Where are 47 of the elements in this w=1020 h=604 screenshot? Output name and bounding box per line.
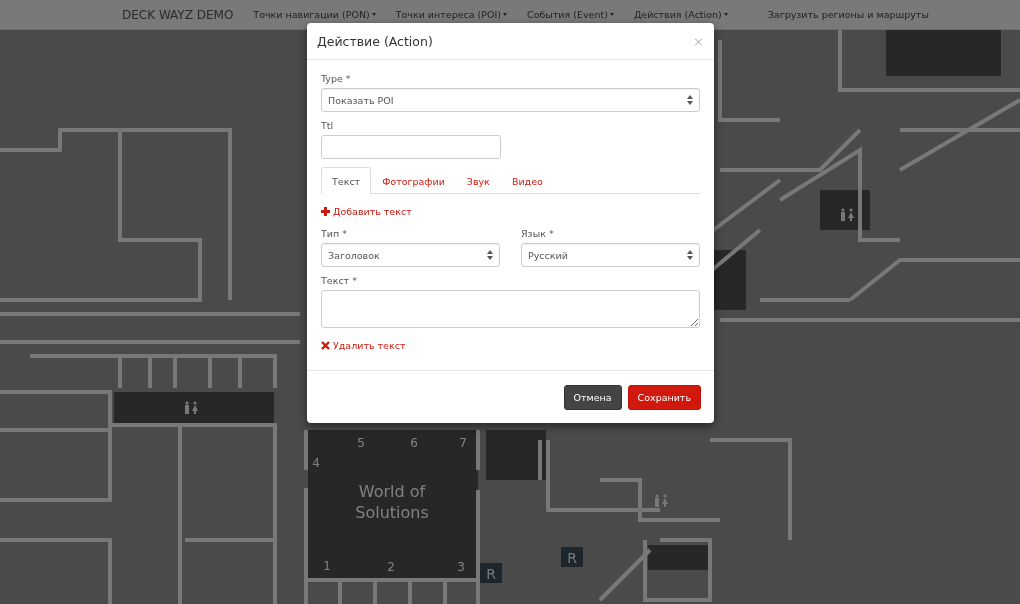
tab[interactable]: Текст — [321, 167, 372, 194]
select-arrows-icon — [487, 250, 493, 260]
save-button[interactable]: Сохранить — [627, 385, 701, 410]
field-label: Type * — [321, 73, 352, 84]
select-arrows-icon — [687, 95, 693, 105]
tab[interactable]: Фотографии — [371, 167, 456, 194]
field-label: Тип * — [321, 228, 348, 239]
area-number: 3 — [457, 560, 465, 574]
select-field[interactable]: Показать POI — [321, 88, 700, 112]
nav-menu[interactable]: Действия (Action) — [633, 9, 728, 20]
area-label: World of Solutions — [355, 482, 429, 522]
map-marker: R — [561, 547, 583, 567]
field-label: Язык * — [521, 228, 555, 239]
area-number: 6 — [410, 436, 418, 450]
tab[interactable]: Видео — [500, 167, 554, 194]
tab[interactable]: Звук — [455, 167, 501, 194]
caret-icon — [609, 13, 614, 16]
cancel-button[interactable]: Отмена — [563, 385, 622, 410]
select-arrows-icon — [687, 250, 693, 260]
map-marker: R — [480, 563, 502, 583]
area-number: 4 — [312, 456, 320, 470]
add-text-link[interactable]: Добавить текст — [321, 206, 412, 217]
caret-icon — [723, 13, 728, 16]
select-field[interactable]: Русский — [521, 243, 700, 267]
area-number: 1 — [323, 559, 331, 573]
ttl-input-field[interactable] — [321, 135, 501, 159]
plus-icon — [321, 207, 330, 216]
restroom-icon — [655, 494, 668, 507]
dialog-title: Действие (Action) — [317, 33, 433, 49]
close-icon — [321, 341, 330, 350]
restroom-icon — [185, 401, 198, 414]
restroom-icon — [841, 208, 854, 221]
caret-icon — [371, 13, 376, 16]
nav-menu[interactable]: Точки интереса (POI) — [395, 9, 507, 20]
remove-text-link[interactable]: Удалить текст — [321, 340, 406, 351]
area-number: 5 — [357, 436, 365, 450]
area-number: 2 — [387, 560, 395, 574]
nav-menu[interactable]: Точки навигации (PON) — [253, 9, 376, 20]
text-area-field[interactable] — [321, 290, 700, 328]
area-number: 7 — [459, 436, 467, 450]
field-label: Ttl — [321, 120, 335, 131]
nav-link[interactable]: Загрузить регионы и маршруты — [767, 9, 929, 20]
nav-menu[interactable]: События (Event) — [527, 9, 614, 20]
brand-link[interactable]: DECK WAYZ DEMO — [122, 7, 234, 22]
select-field[interactable]: Заголовок — [321, 243, 500, 267]
caret-icon — [503, 13, 507, 16]
field-label: Текст * — [321, 275, 358, 286]
